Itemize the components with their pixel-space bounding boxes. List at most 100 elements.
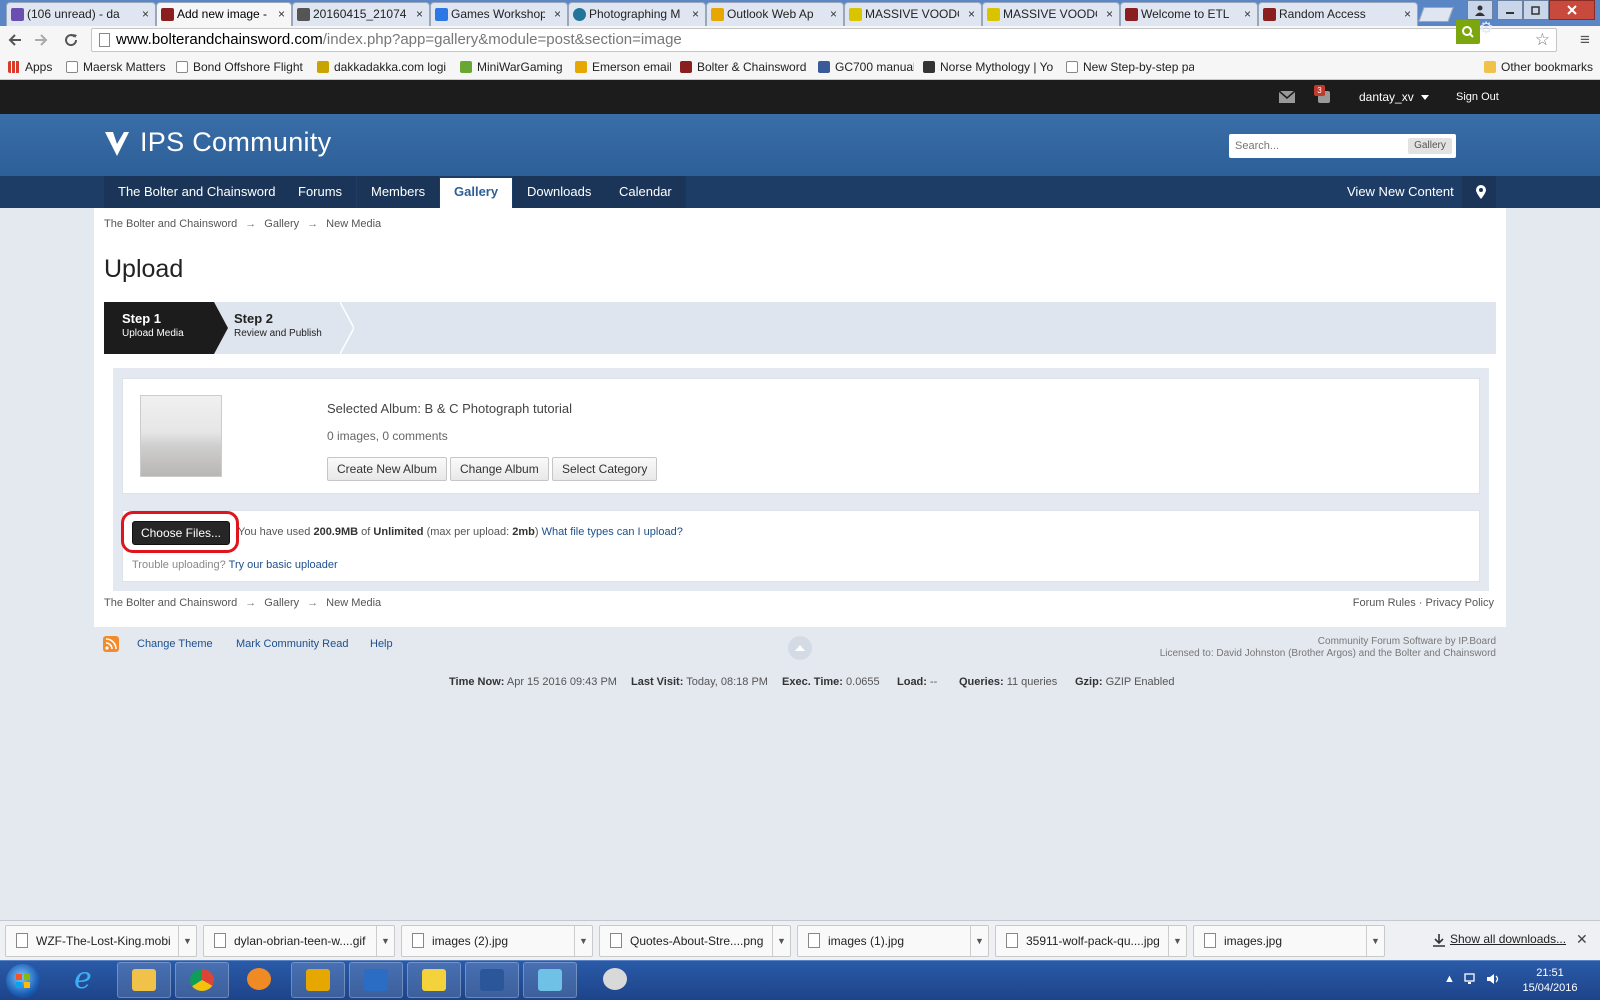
breadcrumb-item[interactable]: Gallery <box>264 597 299 609</box>
bookmark-apps[interactable]: Apps <box>8 58 56 76</box>
restore-icon[interactable] <box>1523 0 1549 20</box>
taskbar-chrome[interactable] <box>175 962 229 998</box>
user-menu[interactable]: dantay_xv <box>1359 80 1430 114</box>
new-tab-button[interactable] <box>1418 7 1454 22</box>
download-item[interactable]: 35911-wolf-pack-qu....jpg ▼ <box>995 925 1187 957</box>
chevron-down-icon[interactable]: ▼ <box>772 926 790 956</box>
tray-expand-icon[interactable]: ▲ <box>1444 973 1455 985</box>
mark-community-read-link[interactable]: Mark Community Read <box>236 638 348 650</box>
taskbar-lync[interactable] <box>349 962 403 998</box>
download-item[interactable]: images (2).jpg ▼ <box>401 925 593 957</box>
system-clock[interactable]: 21:51 15/04/2016 <box>1518 966 1582 996</box>
taskbar-explorer[interactable] <box>117 962 171 998</box>
search-input[interactable] <box>1229 134 1404 158</box>
download-item[interactable]: Quotes-About-Stre....png ▼ <box>599 925 791 957</box>
download-item[interactable]: images (1).jpg ▼ <box>797 925 989 957</box>
close-icon[interactable]: × <box>1106 3 1113 25</box>
show-all-downloads-link[interactable]: Show all downloads... <box>1450 932 1566 946</box>
choose-files-button[interactable]: Choose Files... <box>132 521 230 545</box>
bookmark-star-icon[interactable]: ☆ <box>1535 29 1550 51</box>
close-icon[interactable]: × <box>830 3 837 25</box>
close-icon[interactable]: × <box>1244 3 1251 25</box>
network-icon[interactable] <box>1464 973 1478 988</box>
bookmark-item[interactable]: Norse Mythology | Yo <box>923 58 1053 76</box>
close-icon[interactable]: × <box>416 3 423 25</box>
rss-icon[interactable] <box>103 636 119 652</box>
bookmark-item[interactable]: Emerson email <box>575 58 671 76</box>
window-close-icon[interactable] <box>1549 0 1595 20</box>
privacy-policy-link[interactable]: Privacy Policy <box>1426 597 1494 609</box>
address-bar[interactable]: www.bolterandchainsword.com/index.php?ap… <box>91 28 1557 52</box>
back-button[interactable] <box>4 29 26 51</box>
browser-tab[interactable]: MASSIVE VOODO × <box>844 2 982 26</box>
nav-item-gallery[interactable]: Gallery <box>440 178 513 208</box>
breadcrumb-item[interactable]: Gallery <box>264 218 299 230</box>
nav-item-members[interactable]: Members <box>357 176 440 208</box>
other-bookmarks[interactable]: Other bookmarks <box>1484 58 1596 76</box>
bookmark-item[interactable]: MiniWarGaming <box>460 58 566 76</box>
taskbar-outlook[interactable] <box>291 962 345 998</box>
download-item[interactable]: images.jpg ▼ <box>1193 925 1385 957</box>
view-new-content-link[interactable]: View New Content <box>1333 176 1468 208</box>
taskbar-media-player[interactable] <box>233 962 287 998</box>
breadcrumb-item[interactable]: The Bolter and Chainsword <box>104 597 237 609</box>
taskbar-notes[interactable] <box>407 962 461 998</box>
start-button[interactable] <box>6 964 40 998</box>
forum-rules-link[interactable]: Forum Rules <box>1353 597 1416 609</box>
close-icon[interactable]: × <box>278 3 285 25</box>
basic-uploader-link[interactable]: Try our basic uploader <box>229 559 338 571</box>
browser-tab[interactable]: Outlook Web Ap × <box>706 2 844 26</box>
bookmark-item[interactable]: GC700 manual <box>818 58 914 76</box>
browser-tab[interactable]: 20160415_21074 × <box>292 2 430 26</box>
close-icon[interactable]: × <box>692 3 699 25</box>
search-options-gear-icon[interactable]: ⚙ <box>1479 18 1493 38</box>
search-scope-selector[interactable]: Gallery <box>1408 138 1452 154</box>
taskbar-paint[interactable] <box>589 962 643 998</box>
chevron-down-icon[interactable]: ▼ <box>1366 926 1384 956</box>
taskbar-word[interactable] <box>465 962 519 998</box>
location-pin-icon[interactable] <box>1462 176 1496 208</box>
bookmark-item[interactable]: New Step-by-step pa <box>1066 58 1194 76</box>
breadcrumb-item[interactable]: New Media <box>326 218 381 230</box>
browser-tab[interactable]: Photographing M × <box>568 2 706 26</box>
menu-icon[interactable]: ≡ <box>1575 30 1595 50</box>
bookmark-item[interactable]: Maersk Matters <box>66 58 174 76</box>
change-album-button[interactable]: Change Album <box>450 457 549 481</box>
nav-item-downloads[interactable]: Downloads <box>513 176 606 208</box>
breadcrumb-item[interactable]: New Media <box>326 597 381 609</box>
chevron-down-icon[interactable]: ▼ <box>970 926 988 956</box>
site-name[interactable]: IPS Community <box>140 127 331 158</box>
taskbar-internet-explorer[interactable]: e <box>60 962 114 998</box>
back-to-top-button[interactable] <box>788 636 812 660</box>
browser-tab[interactable]: Random Access × <box>1258 2 1418 26</box>
chevron-down-icon[interactable]: ▼ <box>376 926 394 956</box>
breadcrumb-item[interactable]: The Bolter and Chainsword <box>104 218 237 230</box>
sign-out-link[interactable]: Sign Out <box>1456 80 1499 114</box>
taskbar-notepad[interactable] <box>523 962 577 998</box>
create-new-album-button[interactable]: Create New Album <box>327 457 448 481</box>
download-item[interactable]: WZF-The-Lost-King.mobi ▼ <box>5 925 197 957</box>
reload-button[interactable] <box>60 29 82 51</box>
close-icon[interactable]: ✕ <box>1576 931 1588 948</box>
volume-icon[interactable] <box>1486 973 1500 988</box>
file-types-link[interactable]: What file types can I upload? <box>542 526 683 538</box>
browser-tab[interactable]: Games Workshop × <box>430 2 568 26</box>
browser-tab-active[interactable]: Add new image - × <box>156 2 292 26</box>
chevron-down-icon[interactable]: ▼ <box>1168 926 1186 956</box>
close-icon[interactable]: × <box>968 3 975 25</box>
select-category-button[interactable]: Select Category <box>552 457 658 481</box>
change-theme-link[interactable]: Change Theme <box>137 638 213 650</box>
browser-tab[interactable]: MASSIVE VOODO × <box>982 2 1120 26</box>
browser-tab[interactable]: Welcome to ETL × <box>1120 2 1258 26</box>
help-link[interactable]: Help <box>370 638 393 650</box>
messenger-icon[interactable] <box>1278 80 1296 114</box>
bookmark-item[interactable]: dakkadakka.com logi <box>317 58 447 76</box>
download-item[interactable]: dylan-obrian-teen-w....gif ▼ <box>203 925 395 957</box>
close-icon[interactable]: × <box>1404 3 1411 25</box>
ips-logo-icon[interactable] <box>104 130 130 158</box>
nav-item-home[interactable]: The Bolter and Chainsword <box>104 176 290 208</box>
bookmark-item[interactable]: Bond Offshore Flight <box>176 58 304 76</box>
minimize-icon[interactable] <box>1497 0 1523 20</box>
chevron-down-icon[interactable]: ▼ <box>574 926 592 956</box>
bookmark-item[interactable]: Bolter & Chainsword <box>680 58 808 76</box>
